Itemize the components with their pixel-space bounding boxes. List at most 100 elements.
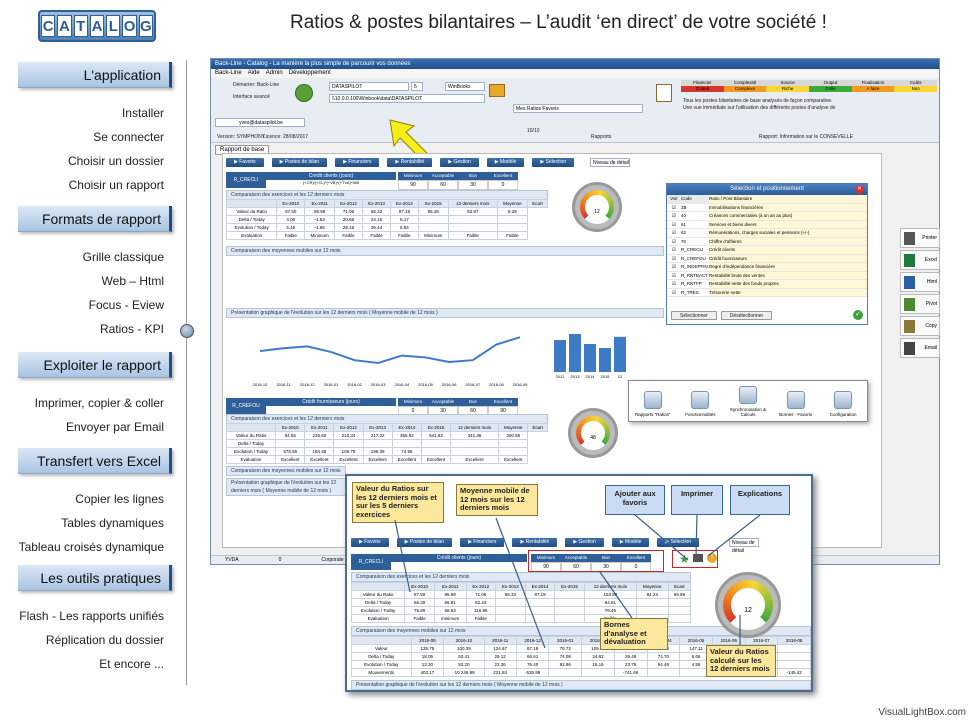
nav-item[interactable]: Envoyer par Email — [66, 420, 164, 434]
status-value: Complexe — [723, 86, 767, 92]
report-nav-button[interactable]: ▶ Financiers — [460, 538, 505, 547]
menu-item[interactable]: Back-Line — [215, 70, 242, 76]
nav-item[interactable]: Ratios - KPI — [100, 322, 164, 336]
nav-item[interactable]: Installer — [122, 106, 164, 120]
selection-row[interactable]: ☑ 2B Immobilisations financières — [667, 203, 867, 212]
nav-item[interactable]: Focus - Eview — [89, 298, 164, 312]
report-nav-button[interactable]: ▶ Postes de bilan — [271, 158, 328, 167]
tool-email[interactable]: Email — [900, 338, 940, 358]
tool-printer[interactable]: Printer — [900, 228, 940, 248]
nav-item[interactable]: Flash - Les rapports unifiés — [19, 609, 164, 623]
select-button[interactable]: Sélectionner — [671, 311, 717, 320]
tool-excel[interactable]: Excel — [900, 250, 940, 270]
selection-row[interactable]: ☑ R_RNTBACT Rentabilité brute des ventes — [667, 271, 867, 280]
tool-pivot[interactable]: Pivot — [900, 294, 940, 314]
checkbox[interactable]: ☑ — [667, 255, 681, 263]
nav-item[interactable]: Tables dynamiques — [61, 516, 164, 530]
zoom-gauge: 12 — [715, 572, 781, 638]
report-nav-button[interactable]: ▶ Rentabilité — [512, 538, 558, 547]
checkbox[interactable]: ☑ — [667, 289, 681, 297]
tool-panel-item[interactable]: Rapports "Ratios" — [629, 391, 677, 417]
report-nav-button[interactable]: ▶ Modèle — [611, 538, 650, 547]
deselect-button[interactable]: Désélectionner — [720, 311, 773, 320]
selection-row[interactable]: ☑ 70 Chiffre d'affaires — [667, 237, 867, 246]
selection-row[interactable]: ☑ R_CRECLI Crédit clients — [667, 246, 867, 255]
selection-row[interactable]: ☑ 62 Rémunérations, charges sociales et pe… — [667, 229, 867, 238]
report-nav-button[interactable]: ▶ Gestion — [440, 158, 479, 167]
selection-row[interactable]: ☑ 40 Créances commerciales (à un an au plu… — [667, 212, 867, 221]
table-cell — [350, 582, 406, 591]
table-cell — [225, 423, 277, 432]
selection-row[interactable]: ☑ R_CREFOU Crédit fournisseurs — [667, 254, 867, 263]
tool-panel-icon — [738, 386, 757, 404]
path-field[interactable]: \\10.0.0.100\Winbook\data\DATASPILOT — [329, 94, 485, 103]
report-nav-button[interactable]: ▶ Sélection — [657, 538, 700, 547]
nav-item[interactable]: Copier les lignes — [75, 492, 164, 506]
close-icon[interactable]: ✕ — [855, 185, 864, 194]
software-field[interactable]: WinBooks — [445, 82, 485, 91]
checkbox[interactable]: ☑ — [667, 221, 681, 229]
table-cell: Excellent — [275, 455, 306, 464]
checkbox[interactable]: ☑ — [667, 204, 681, 212]
tool-panel-item[interactable]: Bornes - Favoris — [772, 391, 820, 417]
tool-html[interactable]: Html — [900, 272, 940, 292]
nav-item[interactable]: Web – Html — [102, 274, 164, 288]
table-cell: 71.06 — [334, 207, 364, 216]
check-icon[interactable]: ✓ — [853, 310, 863, 320]
status-value: Gratuit — [681, 86, 724, 92]
bar-label: 2015 — [601, 374, 611, 379]
checkbox[interactable]: ☑ — [667, 263, 681, 271]
zoom-level-select[interactable]: Niveau de détail — [729, 538, 759, 554]
report-icon[interactable] — [656, 84, 672, 102]
tool-panel-item[interactable]: Synchronisation & Calculs — [724, 386, 772, 417]
report-nav-button[interactable]: ▶ Sélection — [532, 158, 575, 167]
selection-row[interactable]: ☑ R_RNTFP Rentabilité nette des fonds prop… — [667, 280, 867, 289]
selection-row[interactable]: ☑ R_INDEPFIN Degré d'indépendance financiè… — [667, 263, 867, 272]
gauge-2: 48 — [568, 408, 618, 458]
table-cell: 24.16 — [362, 215, 391, 224]
checkbox[interactable]: ☑ — [667, 246, 681, 254]
email-field[interactable]: yves@dataspilot.be — [215, 118, 305, 127]
table-cell: Evaluation — [225, 455, 277, 464]
report-nav-button[interactable]: ▶ Gestion — [565, 538, 604, 547]
tool-panel-item[interactable]: Configuration — [819, 391, 867, 417]
start-label[interactable]: Démarrer: Back-Line — [233, 82, 279, 88]
power-icon[interactable] — [295, 84, 313, 102]
report-nav-button[interactable]: ▶ Modèle — [486, 158, 525, 167]
nav-item[interactable]: Et encore ... — [99, 657, 164, 671]
report-nav-button[interactable]: ▶ Financiers — [335, 158, 380, 167]
checkbox[interactable]: ☑ — [667, 238, 681, 246]
nav-item[interactable]: Choisir un dossier — [68, 154, 164, 168]
table-cell: 153.80 — [583, 590, 637, 599]
checkbox[interactable]: ☑ — [667, 212, 681, 220]
selection-row[interactable]: ☑ 61 Services et biens divers — [667, 220, 867, 229]
checkbox[interactable]: ☑ — [667, 280, 681, 288]
selection-row[interactable]: ☑ R_TRES Trésorerie nette — [667, 288, 867, 297]
tool-copy[interactable]: Copy — [900, 316, 940, 336]
nav-item[interactable]: Imprimer, copier & coller — [35, 396, 164, 410]
nav-item[interactable]: Grille classique — [83, 250, 164, 264]
report-nav-button[interactable]: ▶ Favoris — [226, 158, 264, 167]
nav-item[interactable]: Réplication du dossier — [46, 633, 164, 647]
table-cell: -741.69 — [613, 668, 648, 677]
report-nav-button[interactable]: ▶ Postes de bilan — [396, 538, 453, 547]
dossier-field[interactable]: DATASPILOT — [329, 82, 409, 91]
nav-item[interactable]: Tableau croisés dynamique — [19, 540, 164, 554]
report-nav-button[interactable]: ▶ Rentabilité — [387, 158, 433, 167]
folder-icon[interactable] — [489, 84, 505, 97]
thresholds-highlight — [528, 550, 664, 572]
nav-item[interactable]: Se connecter — [93, 130, 164, 144]
menu-item[interactable]: Développement — [289, 70, 331, 76]
table-cell: 66.33 — [495, 590, 526, 599]
menu-item[interactable]: Admin — [266, 70, 283, 76]
favorites-field[interactable]: Mes Ratios Favoris — [513, 104, 643, 113]
checkbox[interactable]: ☑ — [667, 229, 681, 237]
level-select[interactable]: Niveau de détail — [590, 158, 630, 167]
checkbox[interactable]: ☑ — [667, 272, 681, 280]
menu-item[interactable]: Aide — [248, 70, 260, 76]
bar — [554, 340, 566, 372]
nav-item[interactable]: Choisir un rapport — [69, 178, 164, 192]
report-nav-button[interactable]: ▶ Favoris — [351, 538, 389, 547]
tool-panel-item[interactable]: Fonctionnalités — [677, 391, 725, 417]
advanced-label[interactable]: Interface avancé — [233, 94, 270, 100]
